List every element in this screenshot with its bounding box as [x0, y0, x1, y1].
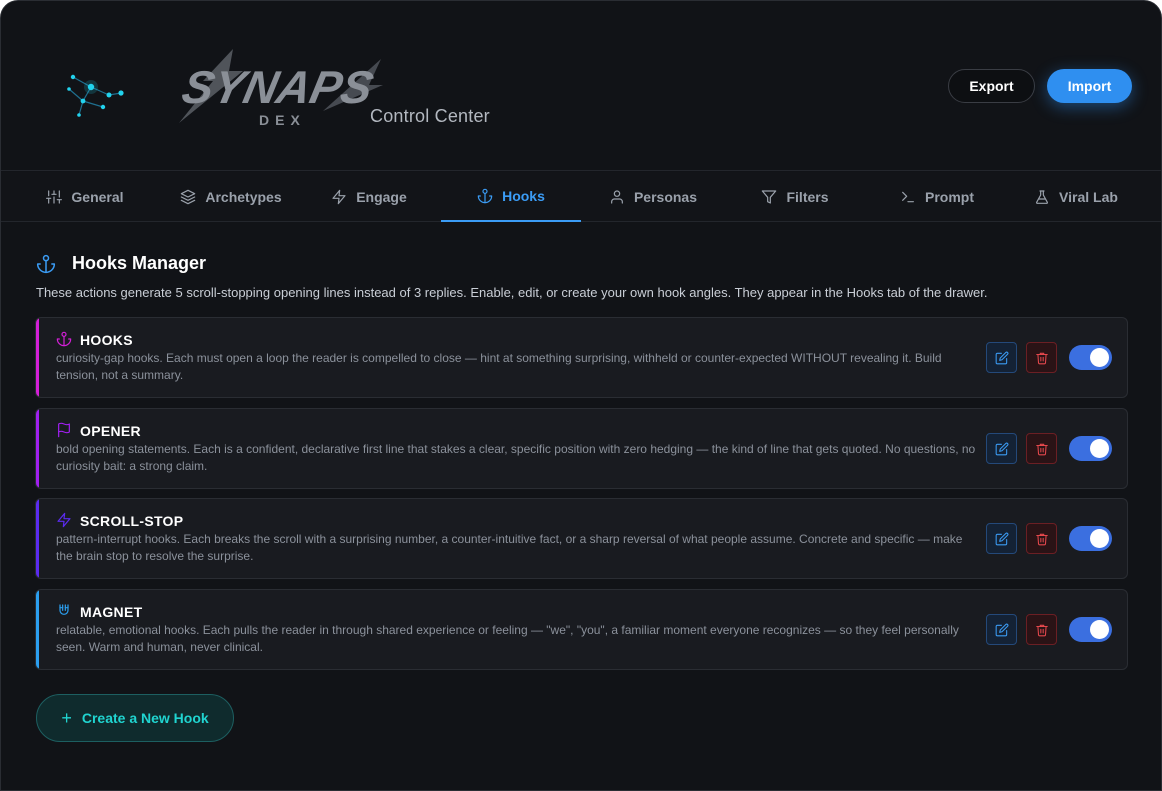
- delete-button[interactable]: [1026, 433, 1057, 464]
- edit-icon: [995, 442, 1008, 455]
- card-accent-bar: [36, 318, 39, 397]
- section-description: These actions generate 5 scroll-stopping…: [36, 285, 988, 300]
- trash-icon: [1035, 624, 1048, 636]
- hook-description: curiosity-gap hooks. Each must open a lo…: [56, 351, 942, 382]
- card-accent-bar: [36, 590, 39, 669]
- tab-label: Engage: [356, 189, 407, 205]
- toggle-knob: [1090, 439, 1109, 458]
- tab-archetypes[interactable]: Archetypes: [161, 172, 301, 222]
- hook-card-opener: OPENER bold opening statements. Each is …: [35, 408, 1128, 489]
- zap-icon: [332, 189, 346, 205]
- card-accent-bar: [36, 499, 39, 578]
- tab-bar: General Archetypes Engage Hooks Personas…: [1, 172, 1161, 222]
- edit-button[interactable]: [986, 342, 1017, 373]
- enable-toggle[interactable]: [1069, 526, 1112, 551]
- edit-icon: [995, 351, 1008, 364]
- tab-label: Hooks: [502, 188, 545, 204]
- constellation-logo-icon: [67, 74, 124, 117]
- hook-card-magnet: MAGNET relatable, emotional hooks. Each …: [35, 589, 1128, 670]
- filter-icon: [762, 190, 777, 204]
- edit-button[interactable]: [986, 523, 1017, 554]
- tab-prompt[interactable]: Prompt: [867, 172, 1007, 222]
- export-button[interactable]: Export: [948, 69, 1035, 103]
- hook-description: relatable, emotional hooks. Each pulls t…: [56, 623, 959, 654]
- toggle-knob: [1090, 348, 1109, 367]
- plus-icon: +: [61, 707, 72, 728]
- section-header: Hooks Manager: [36, 253, 206, 274]
- flask-icon: [1036, 190, 1049, 204]
- hook-name: OPENER: [80, 423, 141, 439]
- tab-general[interactable]: General: [15, 172, 155, 222]
- anchor-icon: [56, 331, 72, 347]
- edit-button[interactable]: [986, 614, 1017, 645]
- import-button[interactable]: Import: [1047, 69, 1132, 103]
- tab-label: Viral Lab: [1059, 189, 1118, 205]
- edit-icon: [995, 623, 1008, 636]
- hook-description: bold opening statements. Each is a confi…: [56, 442, 976, 473]
- synaps-dex-logo: SYNAPS DEX: [178, 49, 383, 128]
- hook-description: pattern-interrupt hooks. Each breaks the…: [56, 532, 963, 563]
- user-icon: [611, 190, 623, 204]
- layers-icon: [181, 189, 196, 205]
- logo-subtext: DEX: [259, 112, 306, 128]
- page-title: Hooks Manager: [72, 253, 207, 273]
- enable-toggle[interactable]: [1069, 436, 1112, 461]
- magnet-icon: [59, 604, 69, 615]
- logo-text: SYNAPS: [178, 61, 378, 112]
- create-hook-label: Create a New Hook: [81, 710, 209, 726]
- anchor-icon: [477, 188, 493, 204]
- delete-button[interactable]: [1026, 342, 1057, 373]
- enable-toggle[interactable]: [1069, 617, 1112, 642]
- toggle-knob: [1090, 620, 1109, 639]
- create-hook-button[interactable]: + Create a New Hook: [36, 694, 234, 742]
- tab-label: Archetypes: [205, 189, 282, 205]
- terminal-icon: [902, 191, 914, 203]
- hook-name: MAGNET: [80, 604, 143, 620]
- trash-icon: [1035, 443, 1048, 455]
- edit-icon: [995, 532, 1008, 545]
- toggle-knob: [1090, 529, 1109, 548]
- card-accent-bar: [36, 409, 39, 488]
- tab-personas[interactable]: Personas: [583, 172, 723, 222]
- hook-card-scroll-stop: SCROLL-STOP pattern-interrupt hooks. Eac…: [35, 498, 1128, 579]
- tab-engage[interactable]: Engage: [299, 172, 439, 222]
- tab-label: Personas: [633, 189, 698, 205]
- tab-label: General: [71, 189, 124, 205]
- sliders-icon: [46, 190, 63, 204]
- header: SYNAPS DEX Control Center Export Import: [1, 1, 1161, 171]
- header-subtitle: Control Center: [370, 106, 490, 126]
- tab-label: Filters: [786, 189, 829, 205]
- hook-card-hooks: HOOKS curiosity-gap hooks. Each must ope…: [35, 317, 1128, 398]
- tab-viral-lab[interactable]: Viral Lab: [1006, 172, 1146, 222]
- trash-icon: [1035, 533, 1048, 545]
- flag-icon: [58, 422, 70, 438]
- app-window: SYNAPS DEX Control Center Export Import …: [0, 0, 1162, 791]
- zap-icon: [57, 512, 71, 528]
- edit-button[interactable]: [986, 433, 1017, 464]
- trash-icon: [1035, 352, 1048, 364]
- anchor-icon: [36, 254, 56, 273]
- tab-label: Prompt: [925, 189, 974, 205]
- enable-toggle[interactable]: [1069, 345, 1112, 370]
- delete-button[interactable]: [1026, 523, 1057, 554]
- tab-filters[interactable]: Filters: [725, 172, 865, 222]
- hook-name: HOOKS: [80, 332, 133, 348]
- tab-hooks[interactable]: Hooks: [441, 172, 581, 222]
- delete-button[interactable]: [1026, 614, 1057, 645]
- hook-name: SCROLL-STOP: [80, 513, 184, 529]
